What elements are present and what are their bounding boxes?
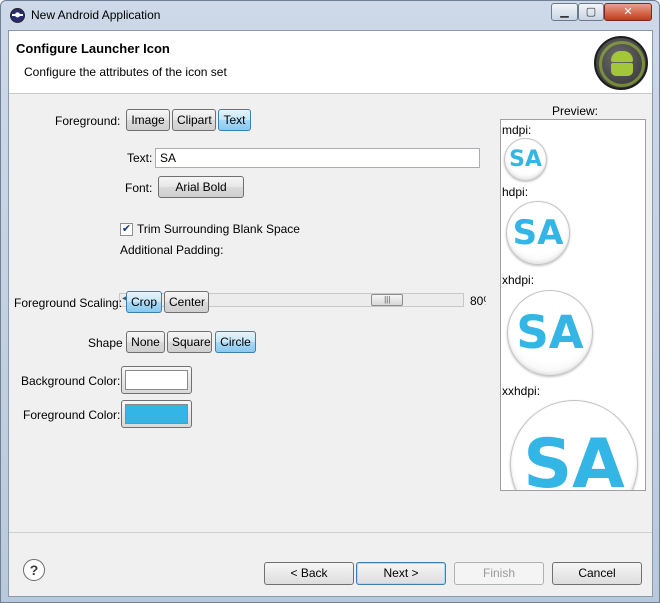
title-bar[interactable]: New Android Application ▁ ▢ ✕	[1, 1, 659, 29]
android-logo-icon	[594, 36, 648, 90]
background-color-swatch	[125, 370, 188, 390]
preview-hdpi-icon: SA	[506, 201, 570, 265]
preview-panel: mdpi: SA hdpi: SA xhdpi: SA xxhdpi: SA	[500, 119, 646, 491]
font-label: Font:	[125, 181, 153, 195]
foreground-label: Foreground:	[55, 114, 121, 128]
shape-circle-button[interactable]: Circle	[215, 331, 256, 353]
trim-label: Trim Surrounding Blank Space	[137, 222, 300, 236]
close-button[interactable]: ✕	[604, 3, 652, 21]
foreground-color-swatch	[125, 404, 188, 424]
trim-checkbox[interactable]: ✔	[120, 223, 133, 236]
window-title: New Android Application	[31, 8, 161, 22]
preview-xxhdpi-label: xxhdpi:	[502, 384, 541, 398]
minimize-button[interactable]: ▁	[551, 3, 578, 21]
preview-xhdpi-label: xhdpi:	[502, 273, 535, 287]
eclipse-icon	[10, 8, 25, 23]
preview-hdpi-label: hdpi:	[502, 185, 529, 199]
text-input[interactable]: SA	[155, 148, 480, 168]
back-button[interactable]: < Back	[264, 562, 354, 585]
preview-xhdpi-icon: SA	[507, 290, 593, 376]
foreground-color-button[interactable]	[121, 400, 192, 428]
foreground-clipart-button[interactable]: Clipart	[172, 109, 216, 131]
foreground-color-label: Foreground Color:	[23, 408, 121, 422]
foreground-image-button[interactable]: Image	[126, 109, 170, 131]
shape-label: Shape	[88, 336, 123, 350]
wizard-banner: Configure Launcher Icon Configure the at…	[9, 31, 652, 94]
scaling-label: Foreground Scaling:	[14, 296, 123, 310]
icon-settings-panel: Foreground: Image Clipart Text Text: SA …	[9, 95, 652, 532]
dialog-client: Configure Launcher Icon Configure the at…	[8, 30, 653, 597]
maximize-button[interactable]: ▢	[578, 3, 604, 21]
finish-button[interactable]: Finish	[454, 562, 544, 585]
font-button[interactable]: Arial Bold	[158, 176, 244, 198]
background-color-button[interactable]	[121, 366, 192, 394]
help-icon[interactable]: ?	[23, 559, 45, 581]
dialog-window: New Android Application ▁ ▢ ✕ Configure …	[0, 0, 660, 603]
page-title: Configure Launcher Icon	[16, 41, 170, 56]
slider-thumb[interactable]: |||	[371, 294, 404, 306]
wizard-footer: ? < Back Next > Finish Cancel	[9, 532, 652, 596]
scaling-center-button[interactable]: Center	[164, 291, 209, 313]
preview-xxhdpi-icon: SA	[510, 400, 638, 490]
cancel-button[interactable]: Cancel	[552, 562, 642, 585]
background-color-label: Background Color:	[21, 374, 121, 388]
text-label: Text:	[127, 151, 153, 165]
next-button[interactable]: Next >	[356, 562, 446, 585]
padding-value: 80%	[470, 294, 486, 308]
padding-label: Additional Padding:	[120, 243, 224, 257]
foreground-text-button[interactable]: Text	[218, 109, 251, 131]
preview-mdpi-icon: SA	[504, 138, 547, 181]
shape-none-button[interactable]: None	[126, 331, 165, 353]
preview-mdpi-label: mdpi:	[502, 123, 532, 137]
page-subtitle: Configure the attributes of the icon set	[24, 65, 227, 79]
preview-label: Preview:	[552, 104, 599, 118]
scaling-crop-button[interactable]: Crop	[126, 291, 162, 313]
shape-square-button[interactable]: Square	[167, 331, 212, 353]
